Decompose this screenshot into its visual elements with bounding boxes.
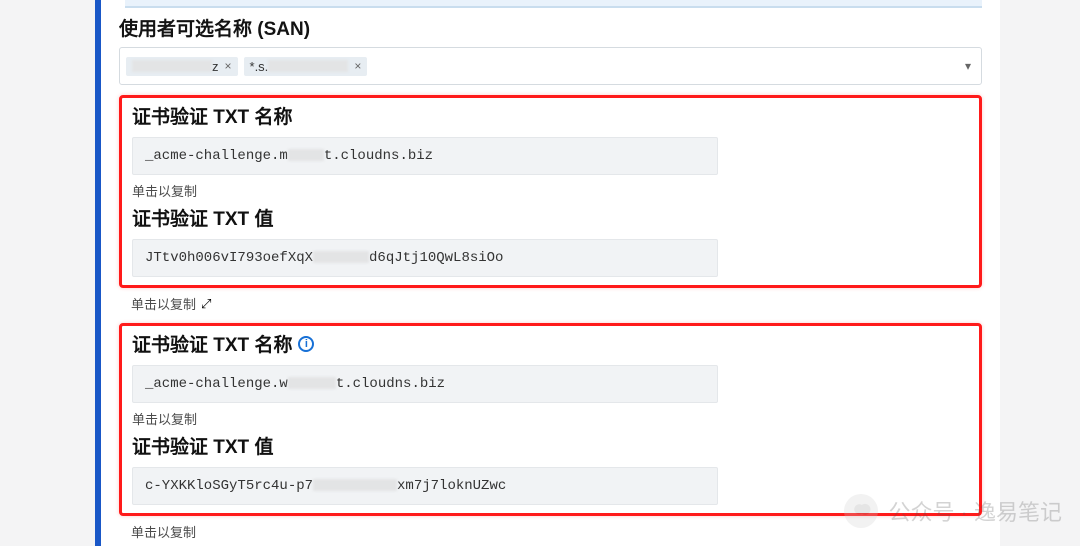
redacted-span xyxy=(268,60,348,72)
label-text: 证书验证 TXT 名称 xyxy=(132,330,292,357)
txt-value-label: 证书验证 TXT 值 xyxy=(132,204,969,231)
txt-name-value[interactable]: _acme-challenge.m t.cloudns.biz xyxy=(132,137,718,175)
txt-record-box: 证书验证 TXT 名称 _acme-challenge.m t.cloudns.b… xyxy=(119,95,982,288)
value-prefix: JTtv0h006vI793oefXqX xyxy=(145,250,313,266)
redacted-span xyxy=(313,251,369,263)
chevron-down-icon[interactable]: ▾ xyxy=(965,59,971,73)
label-text: 证书验证 TXT 名称 xyxy=(132,102,292,129)
hint-text: 单击以复制 xyxy=(132,409,197,428)
redacted-span xyxy=(288,149,324,161)
value-suffix: t.cloudns.biz xyxy=(336,376,445,392)
value-suffix: d6qJtj10QwL8siOo xyxy=(369,250,503,266)
hint-text: 单击以复制 xyxy=(131,294,196,313)
info-banner-edge xyxy=(125,0,982,8)
cursor-icon: ⤢ xyxy=(201,296,211,312)
san-tag[interactable]: z × xyxy=(126,57,238,76)
san-tag-text: *.s. xyxy=(250,59,269,74)
watermark: 公众号 · 逸易笔记 xyxy=(844,494,1062,528)
copy-hint: 单击以复制 xyxy=(132,181,969,200)
wechat-icon xyxy=(844,494,878,528)
value-suffix: xm7j7loknUZwc xyxy=(397,478,506,494)
txt-record-box: 证书验证 TXT 名称 i _acme-challenge.w t.cloudns… xyxy=(119,323,982,516)
copy-hint: 单击以复制 xyxy=(132,409,969,428)
hint-text: 单击以复制 xyxy=(132,181,197,200)
redacted-span xyxy=(288,377,336,389)
san-field-label: 使用者可选名称 (SAN) xyxy=(119,14,982,41)
label-text: 证书验证 TXT 值 xyxy=(132,432,273,459)
txt-value-value[interactable]: c-YXKKloSGyT5rc4u-p7 xm7j7loknUZwc xyxy=(132,467,718,505)
txt-value-label: 证书验证 TXT 值 xyxy=(132,432,969,459)
value-prefix: _acme-challenge.m xyxy=(145,148,288,164)
redacted-span xyxy=(132,60,212,72)
hint-text: 单击以复制 xyxy=(131,522,196,541)
copy-hint: 单击以复制 ⤢ xyxy=(131,294,982,313)
info-icon[interactable]: i xyxy=(298,336,314,352)
form-panel: 使用者可选名称 (SAN) z × *.s. × ▾ 证书验证 TXT 名称 _… xyxy=(95,0,1000,546)
redacted-span xyxy=(313,479,397,491)
san-tag-input[interactable]: z × *.s. × ▾ xyxy=(119,47,982,85)
value-prefix: c-YXKKloSGyT5rc4u-p7 xyxy=(145,478,313,494)
san-tag-text: z xyxy=(212,59,219,74)
value-suffix: t.cloudns.biz xyxy=(324,148,433,164)
txt-name-value[interactable]: _acme-challenge.w t.cloudns.biz xyxy=(132,365,718,403)
value-prefix: _acme-challenge.w xyxy=(145,376,288,392)
close-icon[interactable]: × xyxy=(225,59,232,73)
san-tag[interactable]: *.s. × xyxy=(244,57,368,76)
txt-name-label: 证书验证 TXT 名称 i xyxy=(132,330,969,357)
content-area: 使用者可选名称 (SAN) z × *.s. × ▾ 证书验证 TXT 名称 _… xyxy=(119,0,982,541)
close-icon[interactable]: × xyxy=(354,59,361,73)
txt-value-value[interactable]: JTtv0h006vI793oefXqX d6qJtj10QwL8siOo xyxy=(132,239,718,277)
label-text: 证书验证 TXT 值 xyxy=(132,204,273,231)
txt-name-label: 证书验证 TXT 名称 xyxy=(132,102,969,129)
watermark-text: 公众号 · 逸易笔记 xyxy=(888,495,1062,527)
